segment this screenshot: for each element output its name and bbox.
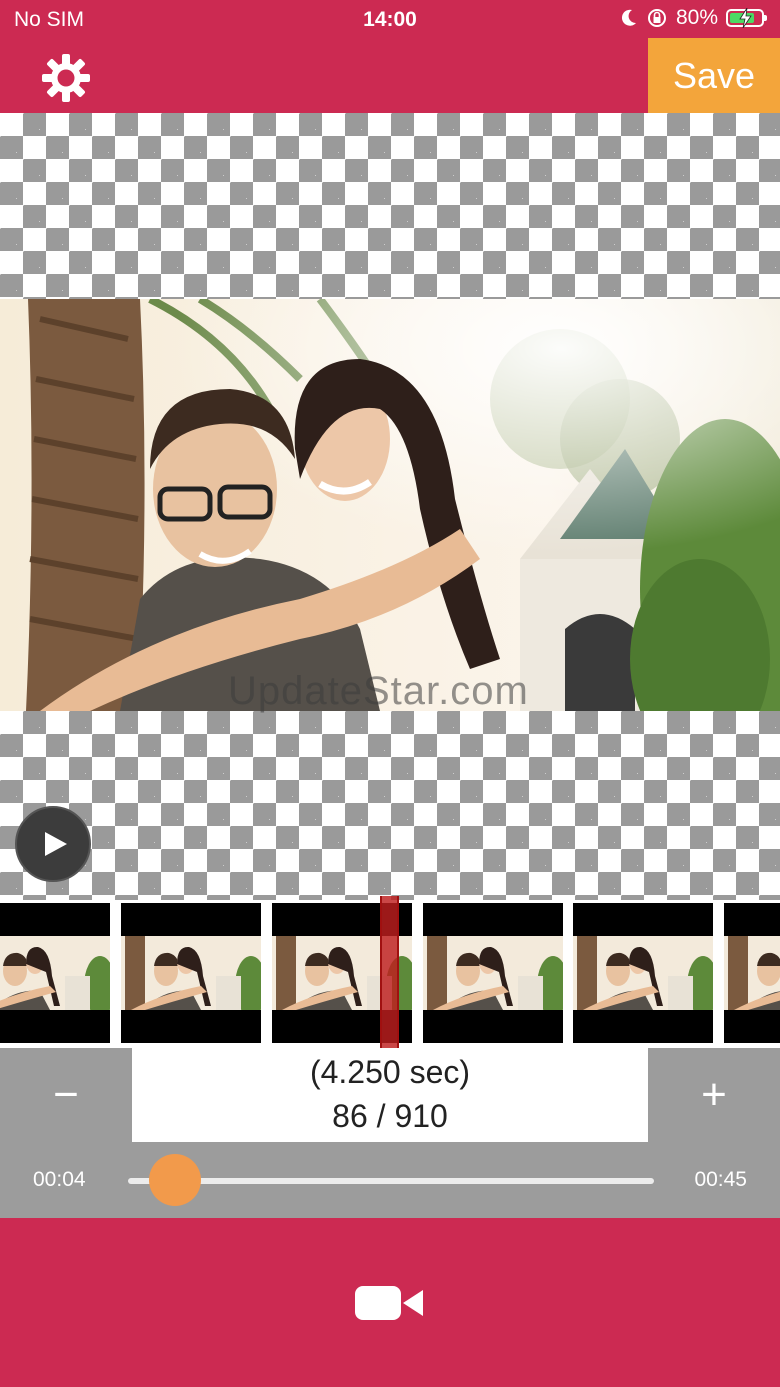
frame-thumbnail	[573, 936, 713, 1010]
watermark-text: UpdateStar.com	[228, 669, 529, 713]
filmstrip-frame[interactable]	[0, 903, 110, 1043]
filmstrip-frame[interactable]	[573, 903, 713, 1043]
battery-charging-icon	[726, 8, 767, 28]
preview-photo	[0, 299, 780, 711]
settings-button[interactable]	[40, 52, 92, 104]
record-button[interactable]	[353, 1284, 427, 1324]
frame-info: (4.250 sec) 86 / 910	[132, 1048, 648, 1142]
rotation-lock-icon	[646, 7, 668, 29]
status-indicators: 80%	[620, 6, 767, 30]
frame-stepper: − (4.250 sec) 86 / 910 +	[0, 1048, 780, 1142]
top-bar: No SIM 14:00 80% Save	[0, 0, 780, 113]
slider-thumb[interactable]	[149, 1154, 202, 1206]
play-icon	[45, 832, 67, 856]
next-frame-button[interactable]: +	[648, 1048, 780, 1142]
save-button[interactable]: Save	[648, 38, 780, 113]
frame-thumbnail	[423, 936, 563, 1010]
frame-count-label: 86 / 910	[332, 1098, 448, 1134]
previous-frame-button[interactable]: −	[0, 1048, 132, 1142]
filmstrip-frame[interactable]	[724, 903, 780, 1043]
frame-thumbnail	[121, 936, 261, 1010]
frame-thumbnail	[0, 936, 110, 1010]
bottom-bar	[0, 1218, 780, 1387]
filmstrip-playhead[interactable]	[380, 896, 399, 1048]
trim-slider-row: 00:04 00:45	[0, 1142, 780, 1218]
slider-start-time: 00:04	[33, 1168, 86, 1191]
moon-icon	[620, 8, 638, 28]
play-button[interactable]	[15, 806, 91, 882]
filmstrip-frame[interactable]	[423, 903, 563, 1043]
battery-percent: 80%	[675, 6, 718, 29]
frame-thumbnail	[724, 936, 780, 1010]
filmstrip-frame[interactable]	[121, 903, 261, 1043]
slider-track[interactable]	[128, 1178, 654, 1184]
frame-time-label: (4.250 sec)	[309, 1054, 471, 1090]
video-camera-icon	[355, 1286, 423, 1320]
slider-end-time: 00:45	[694, 1168, 747, 1191]
gear-icon	[42, 54, 90, 102]
